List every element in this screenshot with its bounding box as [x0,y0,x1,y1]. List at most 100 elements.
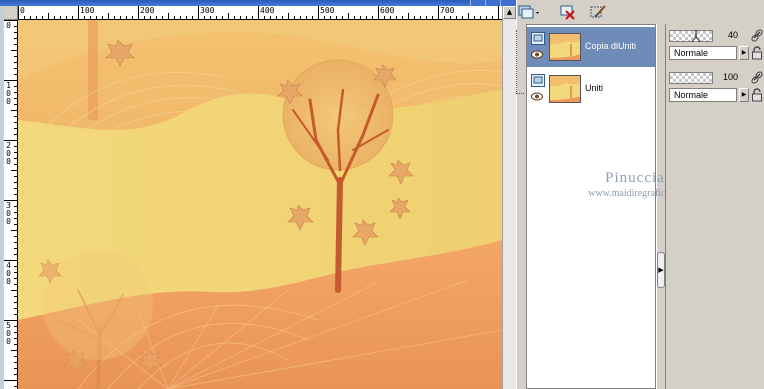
layer-thumbnail [549,33,581,61]
ruler-tick [318,6,319,19]
ruler-tick [14,56,17,57]
ruler-tick [18,6,19,19]
ruler-tick [276,16,277,19]
opacity-slider-track[interactable] [669,72,713,84]
ruler-tick [312,16,313,19]
vertical-ruler[interactable]: 0 100 200 300 400 500 [4,20,18,389]
ruler-tick [408,13,409,19]
ruler-tick [252,16,253,19]
ruler-tick [14,176,17,177]
layer-name[interactable]: Copia diUniti [585,41,636,51]
ruler-tick [186,16,187,19]
ruler-corner [4,6,18,20]
eye-icon[interactable] [531,50,543,59]
ruler-tick [14,278,17,279]
eye-icon[interactable] [531,92,543,101]
ruler-tick [204,16,205,19]
ruler-tick [14,302,17,303]
ruler-tick [14,224,17,225]
horizontal-ruler[interactable]: 0 100 200 300 400 500 600 700 [18,6,502,20]
ruler-tick [180,16,181,19]
blend-mode-select[interactable]: Normale [669,88,737,102]
autumn-artwork [17,20,503,389]
opacity-value[interactable]: 40 [714,30,738,40]
ruler-tick [14,146,17,147]
ruler-tick [462,16,463,19]
ruler-tick [306,16,307,19]
ruler-tick [11,170,17,171]
ruler-label: 400 [6,261,11,286]
ruler-label: 600 [380,6,395,15]
ruler-tick [468,13,469,19]
ruler-tick [366,16,367,19]
ruler-tick [14,356,17,357]
ruler-tick [246,16,247,19]
ruler-tick [14,44,17,45]
opacity-value[interactable]: 100 [714,72,738,82]
ruler-tick [14,62,17,63]
ruler-tick [14,218,17,219]
ruler-label: 100 [80,6,95,15]
layer-row-uniti[interactable]: Uniti [527,69,655,109]
image-canvas[interactable] [17,20,503,389]
ruler-tick [150,16,151,19]
lock-icon[interactable] [751,88,763,102]
ruler-tick [384,16,385,19]
ruler-tick [168,13,169,19]
ruler-tick [14,338,17,339]
ruler-tick [432,16,433,19]
blend-mode-dropdown-arrow[interactable]: ▶ [739,46,749,60]
ruler-tick [14,182,17,183]
ruler-tick [330,16,331,19]
ruler-tick [456,16,457,19]
link-icon[interactable] [751,71,763,85]
ruler-tick [14,104,17,105]
ruler-label: 0 [20,6,25,15]
ruler-tick [354,16,355,19]
ruler-tick [14,86,17,87]
ruler-tick [402,16,403,19]
ruler-tick [14,344,17,345]
layer-properties: 40 Normale ▶ 100 Normale ▶ [666,24,764,389]
ruler-tick [14,194,17,195]
ruler-tick [102,16,103,19]
blend-mode-select[interactable]: Normale [669,46,737,60]
ruler-tick [66,16,67,19]
ruler-label: 200 [6,141,11,166]
ruler-tick [14,242,17,243]
link-icon[interactable] [751,29,763,43]
ruler-tick [14,188,17,189]
ruler-tick [42,16,43,19]
opacity-slider-knob[interactable] [692,30,700,42]
vertical-scrollbar[interactable]: ▲ [502,6,516,389]
ruler-tick [372,16,373,19]
ruler-label: 300 [6,201,11,226]
scroll-up-arrow[interactable]: ▲ [503,6,516,19]
layer-row-copia-diuniti[interactable]: Copia diUniti [527,27,655,67]
ruler-tick [192,16,193,19]
ruler-tick [14,122,17,123]
ruler-tick [14,74,17,75]
ruler-tick [14,26,17,27]
ruler-tick [78,6,79,19]
raster-layer-icon [531,32,545,45]
ruler-tick [14,374,17,375]
ruler-tick [414,16,415,19]
lock-icon[interactable] [751,46,763,60]
ruler-label: 500 [6,321,11,346]
layer-props-copia-diuniti: 40 Normale ▶ [666,26,764,72]
panel-splitter[interactable] [656,24,666,389]
blend-mode-dropdown-arrow[interactable]: ▶ [739,88,749,102]
ruler-tick [48,13,49,19]
opacity-slider-track[interactable] [669,30,713,42]
ruler-tick [450,16,451,19]
splitter-grip[interactable]: ▶ [657,252,665,288]
layer-name[interactable]: Uniti [585,83,603,93]
ruler-tick [300,16,301,19]
paintbrush-icon [590,5,606,18]
ruler-tick [324,16,325,19]
new-layer-button[interactable] [517,3,539,21]
ruler-tick [14,206,17,207]
delete-layer-button[interactable] [557,3,579,21]
edit-layer-button[interactable] [587,3,609,21]
